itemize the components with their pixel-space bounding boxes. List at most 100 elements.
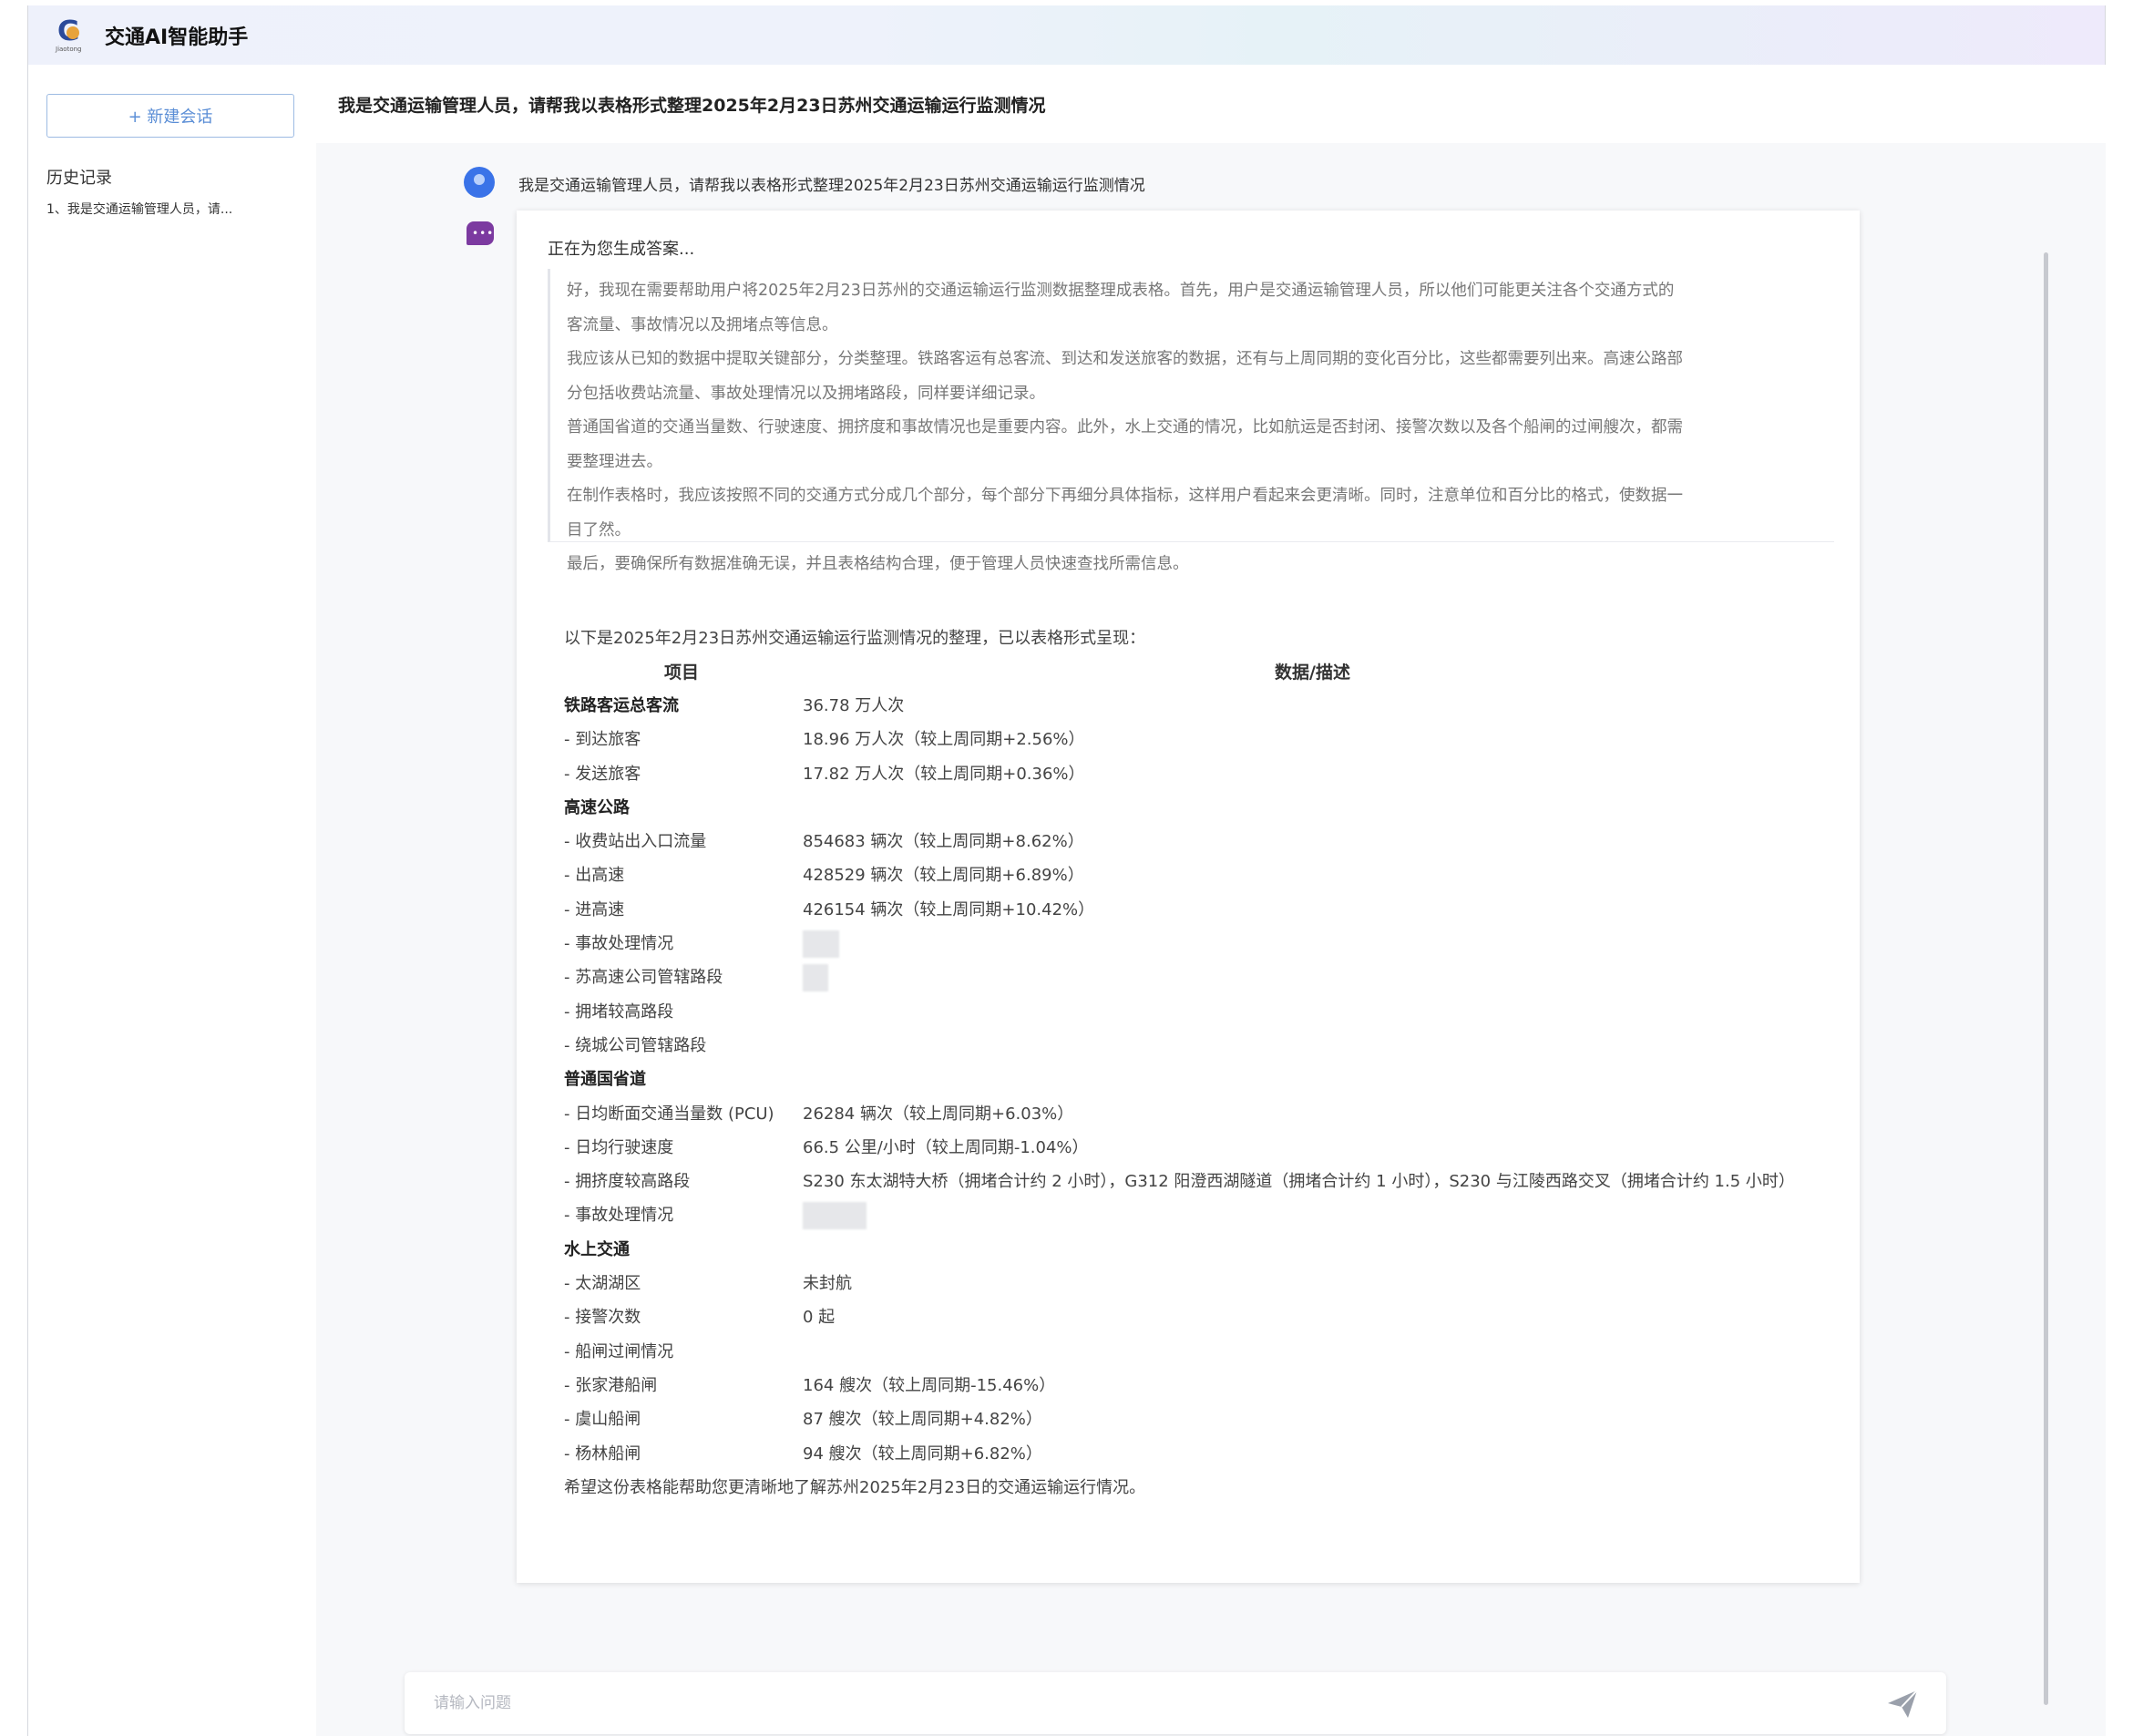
table-row: - 杨林船闸 94 艘次（较上周同期+6.82%） (564, 1437, 1840, 1471)
row-value (803, 1198, 1840, 1232)
table-row: - 绕城公司管辖路段 (564, 1029, 1840, 1063)
table-header: 项目 数据/描述 (564, 655, 1840, 689)
row-label: - 张家港船闸 (564, 1375, 658, 1395)
table-row: - 张家港船闸 164 艘次（较上周同期-15.46%） (564, 1369, 1840, 1402)
column-header-data: 数据/描述 (1275, 663, 1350, 683)
row-label: 铁路客运总客流 (564, 696, 679, 715)
scrollbar[interactable] (2044, 252, 2048, 1705)
table-row: - 苏高速公司管辖路段 (564, 960, 1840, 994)
thinking-line: 我应该从已知的数据中提取关键部分，分类整理。铁路客运有总客流、到达和发送旅客的数… (567, 350, 1683, 368)
row-value: 未封航 (803, 1274, 852, 1294)
new-chat-button[interactable]: + 新建会话 (46, 94, 294, 138)
row-label: 普通国省道 (564, 1070, 646, 1090)
row-value (803, 995, 1840, 1029)
row-value: 66.5 公里/小时（较上周同期-1.04%） (803, 1137, 1089, 1157)
row-label: - 苏高速公司管辖路段 (564, 968, 723, 988)
app-title: 交通AI智能助手 (105, 26, 249, 49)
row-value: 428529 辆次（较上周同期+6.89%） (803, 866, 1084, 886)
table-row: - 拥堵较高路段 (564, 995, 1840, 1029)
table-row: - 虞山船闸 87 艘次（较上周同期+4.82%） (564, 1402, 1840, 1436)
row-value (803, 960, 1840, 994)
table-row: - 发送旅客 17.82 万人次（较上周同期+0.36%） (564, 757, 1840, 791)
table-row: - 进高速 426154 辆次（较上周同期+10.42%） (564, 893, 1840, 927)
thinking-line: 好，我现在需要帮助用户将2025年2月23日苏州的交通运输运行监测数据整理成表格… (567, 282, 1675, 300)
row-label: - 日均行驶速度 (564, 1137, 674, 1157)
table-row: - 收费站出入口流量 854683 辆次（较上周同期+8.62%） (564, 825, 1840, 858)
thinking-line: 最后，要确保所有数据准确无误，并且表格结构合理，便于管理人员快速查找所需信息。 (567, 555, 1189, 573)
table-row: - 拥挤度较高路段 S230 东太湖特大桥（拥堵合计约 2 小时），G312 阳澄… (564, 1165, 1840, 1198)
redacted-block (803, 930, 839, 959)
table-row: - 接警次数 0 起 (564, 1300, 1840, 1334)
row-value (803, 1063, 1840, 1096)
table-row: 铁路客运总客流 36.78 万人次 (564, 689, 1840, 723)
thinking-line: 分包括收费站流量、事故处理情况以及拥堵路段，同样要详细记录。 (567, 384, 1045, 403)
table-row: - 事故处理情况 (564, 927, 1840, 960)
row-label: 高速公路 (564, 797, 630, 817)
question-input[interactable] (434, 1689, 1855, 1718)
row-label: - 进高速 (564, 899, 625, 919)
user-avatar-icon (464, 167, 495, 198)
redacted-block (803, 964, 828, 992)
row-label: 水上交通 (564, 1239, 630, 1259)
row-value: S230 东太湖特大桥（拥堵合计约 2 小时），G312 阳澄西湖隧道（拥堵合计… (803, 1172, 1795, 1192)
app-window: G Jiaotong 交通AI智能助手 + 新建会话 历史记录 1、我是交通运输… (27, 5, 2106, 1736)
chat-bubble-icon: ••• (467, 221, 494, 245)
column-header-item: 项目 (664, 663, 700, 683)
paper-plane-icon[interactable] (1886, 1689, 1919, 1720)
table-row: - 太湖湖区 未封航 (564, 1267, 1840, 1300)
thinking-line: 普通国省道的交通当量数、行驶速度、拥挤度和事故情况也是重要内容。此外，水上交通的… (567, 418, 1683, 437)
table-row: - 日均断面交通当量数 (PCU) 26284 辆次（较上周同期+6.03%） (564, 1097, 1840, 1131)
row-value: 164 艘次（较上周同期-15.46%） (803, 1375, 1056, 1395)
row-label: - 事故处理情况 (564, 1206, 674, 1226)
table-row: - 出高速 428529 辆次（较上周同期+6.89%） (564, 858, 1840, 892)
answer-intro: 以下是2025年2月23日苏州交通运输运行监测情况的整理，已以表格形式呈现： (564, 629, 1146, 648)
table-row: - 到达旅客 18.96 万人次（较上周同期+2.56%） (564, 723, 1840, 756)
row-value: 36.78 万人次 (803, 696, 905, 715)
thinking-line: 目了然。 (567, 520, 631, 539)
row-label: - 事故处理情况 (564, 934, 674, 954)
bot-message-card: 正在为您生成答案... 好，我现在需要帮助用户将2025年2月23日苏州的交通运… (517, 211, 1860, 1583)
row-value: 87 艘次（较上周同期+4.82%） (803, 1410, 1042, 1430)
row-value: 18.96 万人次（较上周同期+2.56%） (803, 730, 1085, 750)
table-row: - 事故处理情况 (564, 1198, 1840, 1232)
table-row: 高速公路 (564, 791, 1840, 825)
row-label: - 接警次数 (564, 1308, 641, 1328)
logo-subtext: Jiaotong (56, 45, 82, 53)
thinking-line: 要整理进去。 (567, 452, 662, 471)
answer-block: 以下是2025年2月23日苏州交通运输运行监测情况的整理，已以表格形式呈现： 项… (564, 622, 1840, 1505)
row-label: - 拥堵较高路段 (564, 1002, 674, 1022)
thinking-line: 在制作表格时，我应该按照不同的交通方式分成几个部分，每个部分下再细分具体指标，这… (567, 487, 1683, 505)
row-label: - 杨林船闸 (564, 1443, 641, 1464)
answer-outro: 希望这份表格能帮助您更清晰地了解苏州2025年2月23日的交通运输运行情况。 (564, 1477, 1146, 1497)
user-message: 我是交通运输管理人员，请帮我以表格形式整理2025年2月23日苏州交通运输运行监… (518, 177, 1145, 195)
row-value: 26284 辆次（较上周同期+6.03%） (803, 1104, 1074, 1124)
redacted-block (803, 1202, 867, 1230)
row-label: - 船闸过闸情况 (564, 1341, 674, 1361)
row-label: - 发送旅客 (564, 764, 641, 784)
conversation-title: 我是交通运输管理人员，请帮我以表格形式整理2025年2月23日苏州交通运输运行监… (316, 65, 2106, 143)
thinking-line: 客流量、事故情况以及拥堵点等信息。 (567, 315, 838, 334)
thinking-block: 好，我现在需要帮助用户将2025年2月23日苏州的交通运输运行监测数据整理成表格… (548, 269, 1834, 573)
row-label: - 虞山船闸 (564, 1410, 641, 1430)
row-value: 17.82 万人次（较上周同期+0.36%） (803, 764, 1085, 784)
history-title: 历史记录 (46, 169, 112, 188)
bot-status: 正在为您生成答案... (548, 240, 695, 259)
row-label: - 收费站出入口流量 (564, 832, 707, 852)
table-row: - 船闸过闸情况 (564, 1335, 1840, 1369)
row-label: - 日均断面交通当量数 (PCU) (564, 1104, 774, 1124)
row-value (803, 1029, 1840, 1063)
row-value (803, 927, 1840, 960)
row-value: 94 艘次（较上周同期+6.82%） (803, 1443, 1042, 1464)
table-row: 水上交通 (564, 1233, 1840, 1267)
row-label: - 太湖湖区 (564, 1274, 641, 1294)
row-label: - 到达旅客 (564, 730, 641, 750)
history-item[interactable]: 1、我是交通运输管理人员，请... (46, 200, 232, 218)
row-value: 0 起 (803, 1308, 836, 1328)
row-label: - 出高速 (564, 866, 625, 886)
table-body: 铁路客运总客流 36.78 万人次 - 到达旅客 18.96 万人次（较上周同期+2.… (564, 689, 1840, 1471)
row-label: - 拥挤度较高路段 (564, 1172, 691, 1192)
row-value (803, 791, 1840, 825)
table-row: - 日均行驶速度 66.5 公里/小时（较上周同期-1.04%） (564, 1131, 1840, 1165)
input-bar (405, 1672, 1946, 1734)
row-value: 854683 辆次（较上周同期+8.62%） (803, 832, 1084, 852)
